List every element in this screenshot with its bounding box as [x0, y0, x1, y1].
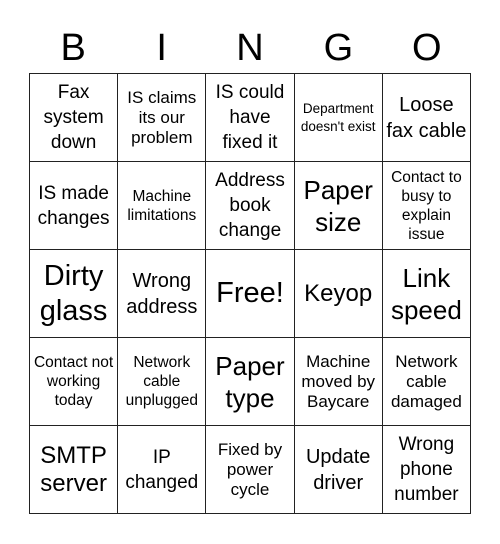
bingo-cell[interactable]: IS made changes [30, 162, 119, 250]
bingo-cell[interactable]: Network cable unplugged [118, 338, 207, 426]
bingo-cell[interactable]: Contact to busy to explain issue [382, 162, 471, 250]
bingo-cell-label: Dirty glass [39, 259, 108, 327]
bingo-cell-label: Wrong address [126, 269, 198, 318]
bingo-board: Fax system down IS claims its our problem… [29, 73, 471, 514]
bingo-cell[interactable]: Machine limitations [118, 162, 207, 250]
bingo-cell-label: Wrong phone number [394, 434, 459, 505]
header-letter-n: N [236, 27, 264, 69]
bingo-cell[interactable]: Fixed by power cycle [206, 426, 295, 514]
bingo-cell[interactable]: Wrong address [118, 250, 207, 338]
bingo-cell-label: Paper size [303, 174, 373, 237]
bingo-header: B I N G O [29, 22, 471, 74]
bingo-cell-label: Department doesn't exist [300, 100, 376, 134]
bingo-cell-label: Network cable unplugged [125, 354, 198, 409]
bingo-cell[interactable]: SMTP server [30, 426, 119, 514]
bingo-cell-label: Machine moved by Baycare [301, 351, 376, 411]
bingo-cell-label: Paper type [215, 350, 285, 413]
bingo-cell[interactable]: Address book change [206, 162, 295, 250]
header-letter-g: G [323, 27, 354, 69]
bingo-cell[interactable]: Department doesn't exist [294, 74, 383, 162]
bingo-cell[interactable]: Fax system down [30, 74, 119, 162]
bingo-cell[interactable]: Contact not working today [30, 338, 119, 426]
bingo-cell-label: Link speed [390, 262, 462, 325]
bingo-cell-label: Contact not working today [33, 354, 114, 409]
bingo-cell[interactable]: IS could have fixed it [206, 74, 295, 162]
bingo-cell-label: Address book change [215, 170, 285, 241]
header-letter-i: I [156, 27, 167, 69]
bingo-cell-label: IS claims its our problem [127, 87, 197, 147]
bingo-cell-label: Contact to busy to explain issue [391, 168, 462, 243]
bingo-cell-label: Loose fax cable [386, 93, 467, 142]
bingo-cell-label: Machine limitations [127, 187, 197, 224]
bingo-cell[interactable]: IS claims its our problem [118, 74, 207, 162]
bingo-cell-label: Fixed by power cycle [217, 439, 283, 499]
bingo-cell[interactable]: Wrong phone number [382, 426, 471, 514]
bingo-cell[interactable]: Keyop [294, 250, 383, 338]
bingo-cell[interactable]: Machine moved by Baycare [294, 338, 383, 426]
bingo-cell-label: IP changed [125, 446, 199, 493]
bingo-cell-label: Free! [216, 277, 284, 309]
bingo-cell-label: IS made changes [37, 182, 110, 229]
bingo-cell[interactable]: Paper type [206, 338, 295, 426]
bingo-cell-free[interactable]: Free! [206, 250, 295, 338]
bingo-cell-label: Fax system down [43, 82, 104, 153]
bingo-cell-label: Network cable damaged [390, 351, 462, 411]
header-letter-o: O [412, 27, 442, 69]
bingo-cell[interactable]: Dirty glass [30, 250, 119, 338]
bingo-cell[interactable]: IP changed [118, 426, 207, 514]
bingo-cell-label: SMTP server [40, 441, 107, 497]
bingo-cell[interactable]: Network cable damaged [382, 338, 471, 426]
bingo-cell-label: Update driver [305, 445, 371, 494]
bingo-cell-label: IS could have fixed it [215, 82, 285, 153]
bingo-cell[interactable]: Paper size [294, 162, 383, 250]
bingo-cell[interactable]: Link speed [382, 250, 471, 338]
bingo-cell-label: Keyop [304, 279, 373, 307]
header-letter-b: B [60, 27, 86, 69]
bingo-cell[interactable]: Update driver [294, 426, 383, 514]
bingo-cell[interactable]: Loose fax cable [382, 74, 471, 162]
